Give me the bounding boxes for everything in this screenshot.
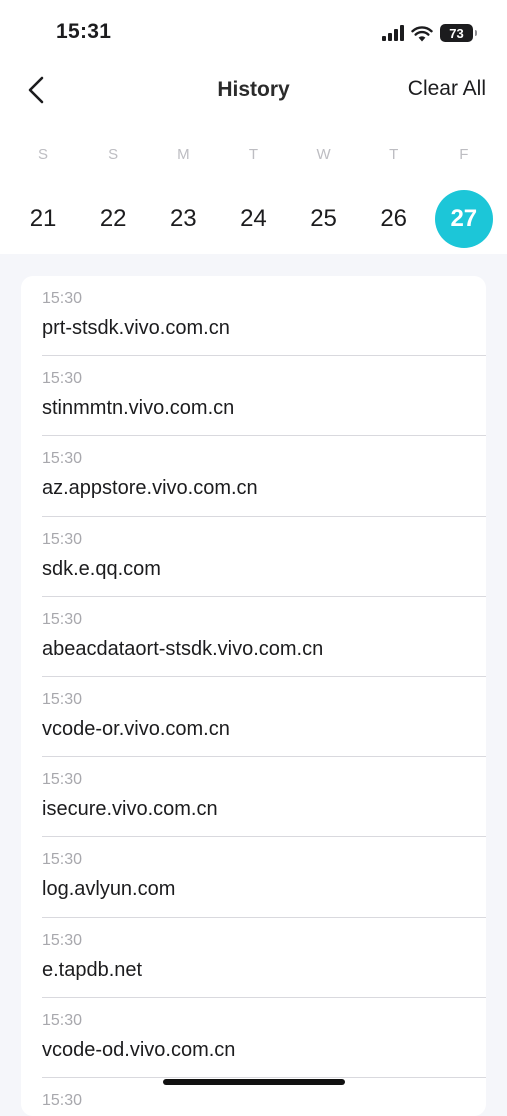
battery-level: 73 (449, 25, 464, 41)
weekday-label: T (389, 146, 399, 163)
item-time: 15:30 (42, 1091, 83, 1109)
date-number: 24 (240, 205, 267, 232)
item-time: 15:30 (42, 1011, 83, 1029)
history-item[interactable]: 15:30 vcode-or.vivo.com.cn (42, 677, 486, 758)
item-domain: vcode-or.vivo.com.cn (42, 717, 230, 740)
nav-bar: History Clear All (0, 64, 507, 116)
item-time: 15:30 (42, 290, 83, 307)
cellular-signal-icon (382, 25, 404, 41)
item-time: 15:30 (42, 450, 83, 468)
history-list: 15:30 prt-stsdk.vivo.com.cn 15:30 stinmm… (21, 276, 486, 1116)
item-domain: sdk.e.qq.com (42, 557, 161, 580)
date-number: 23 (169, 205, 197, 232)
item-domain: log.avlyun.com (42, 878, 176, 901)
home-indicator (163, 1079, 345, 1085)
history-item[interactable]: 15:30 isecure.vivo.com.cn (42, 757, 486, 838)
item-time: 15:30 (42, 771, 83, 789)
date-24[interactable]: 24 (218, 190, 288, 248)
item-domain: prt-stsdk.vivo.com.cn (42, 317, 230, 339)
history-item[interactable]: 15:30 sdk.e.qq.com (42, 517, 486, 597)
status-time: 15:31 (56, 20, 112, 43)
status-icons: 73 (382, 22, 477, 44)
history-item[interactable]: 15:30 abeacdataort-stsdk.vivo.com.cn (42, 597, 486, 677)
date-number: 27 (434, 190, 493, 248)
header-area: 15:31 73 History Clear All S S M T W T F… (0, 0, 507, 254)
clear-all-button[interactable]: Clear All (408, 77, 486, 101)
history-item[interactable]: 15:30 e.tapdb.net (42, 918, 486, 998)
wifi-icon (411, 25, 433, 41)
weekday-row: S S M T W T F (8, 146, 499, 163)
battery-icon: 73 (440, 24, 477, 42)
history-item[interactable]: 15:30 prt-stsdk.vivo.com.cn (42, 276, 486, 357)
weekday-label: W (316, 146, 331, 163)
date-27-selected[interactable]: 27 (429, 190, 499, 248)
item-time: 15:30 (42, 690, 83, 708)
history-item[interactable]: 15:30 az.appstore.vivo.com.cn (42, 436, 486, 517)
item-time: 15:30 (42, 370, 83, 388)
item-time: 15:30 (42, 851, 83, 869)
item-time: 15:30 (42, 610, 83, 628)
history-item[interactable]: 15:30 log.avlyun.com (42, 837, 486, 918)
weekday-label: S (38, 146, 49, 163)
history-item[interactable]: 15:30 vcode-od.vivo.com.cn (42, 998, 486, 1078)
date-picker-row: 21 22 23 24 25 26 27 (8, 190, 499, 248)
item-domain: abeacdataort-stsdk.vivo.com.cn (42, 637, 324, 660)
item-domain: stinmmtn.vivo.com.cn (42, 397, 235, 420)
item-time: 15:30 (42, 931, 83, 949)
date-25[interactable]: 25 (289, 190, 359, 248)
date-number: 21 (29, 205, 57, 232)
item-domain: isecure.vivo.com.cn (42, 798, 218, 821)
weekday-label: M (177, 146, 190, 163)
date-23[interactable]: 23 (148, 190, 218, 248)
item-time: 15:30 (42, 530, 83, 548)
date-22[interactable]: 22 (78, 190, 148, 248)
weekday-label: T (248, 146, 259, 163)
history-item[interactable]: 15:30 stinmmtn.vivo.com.cn (42, 356, 486, 437)
item-domain: e.tapdb.net (42, 958, 143, 981)
item-domain: vcode-od.vivo.com.cn (42, 1038, 236, 1061)
weekday-label: S (108, 146, 119, 163)
date-number: 26 (380, 205, 408, 232)
date-number: 25 (310, 205, 337, 232)
weekday-label: F (459, 146, 469, 163)
item-domain: az.appstore.vivo.com.cn (42, 477, 258, 500)
date-26[interactable]: 26 (359, 190, 429, 248)
date-21[interactable]: 21 (8, 190, 78, 248)
date-number: 22 (99, 205, 127, 232)
status-bar: 15:31 73 (0, 0, 507, 64)
